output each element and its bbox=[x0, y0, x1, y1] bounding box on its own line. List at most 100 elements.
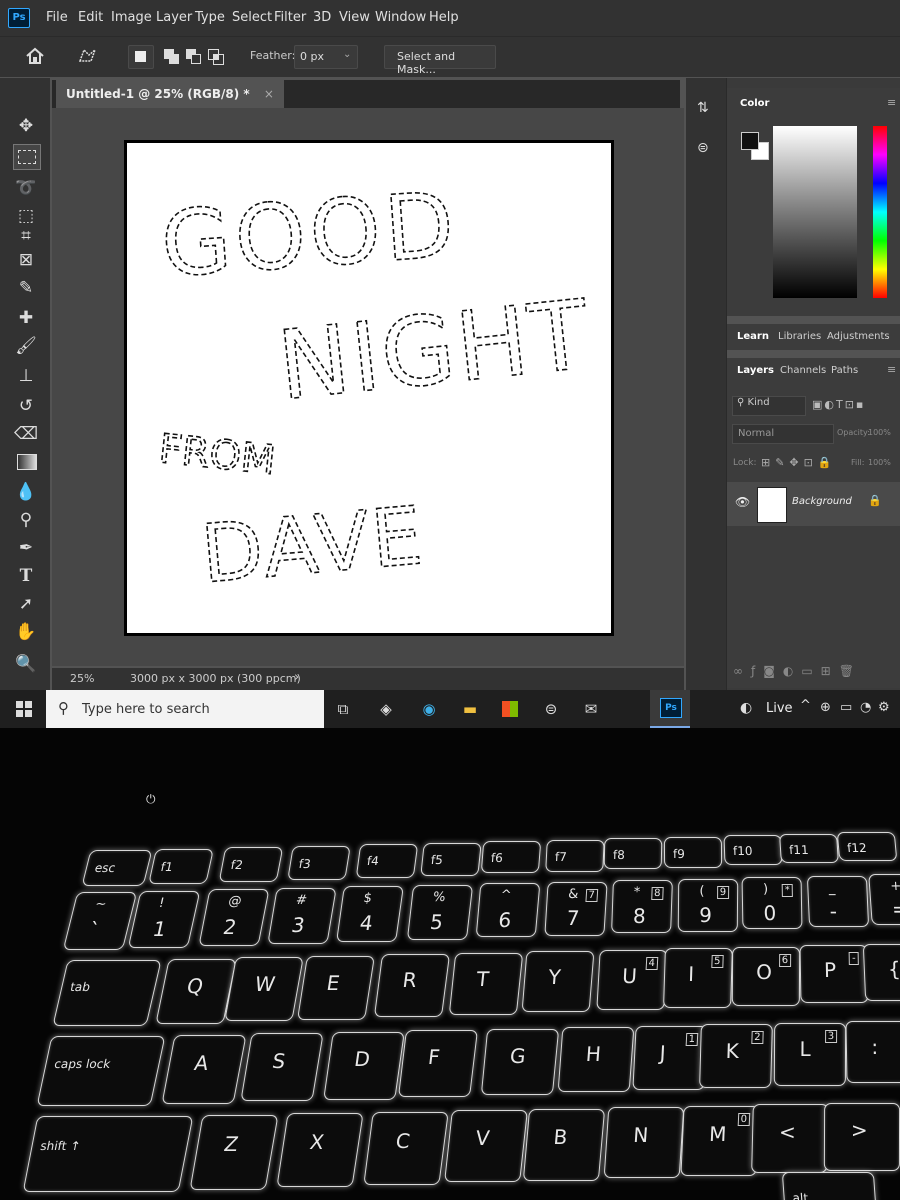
fill-value[interactable]: 100% bbox=[868, 458, 891, 467]
eye-icon[interactable]: 👁 bbox=[735, 495, 750, 509]
layer-name[interactable]: Background bbox=[792, 496, 852, 507]
eraser-tool-icon[interactable]: ⌫ bbox=[13, 422, 39, 446]
microsoft-store-icon[interactable] bbox=[499, 698, 521, 720]
stamp-tool-icon[interactable]: ⊥ bbox=[13, 364, 39, 388]
properties-panel-icon[interactable]: ⊜ bbox=[697, 140, 715, 160]
new-selection-icon[interactable] bbox=[128, 45, 154, 69]
mail-icon[interactable]: ✉ bbox=[580, 698, 602, 720]
subtract-selection-icon[interactable] bbox=[184, 47, 204, 67]
menu-image[interactable]: Image bbox=[111, 10, 152, 25]
menu-file[interactable]: File bbox=[46, 10, 68, 25]
wifi-icon[interactable]: ◔ bbox=[860, 700, 871, 715]
move-tool-icon[interactable]: ✥ bbox=[13, 114, 39, 138]
key-label: T bbox=[475, 966, 491, 991]
frame-tool-icon[interactable]: ⊠ bbox=[13, 248, 39, 272]
status-menu-arrow[interactable]: › bbox=[294, 670, 299, 685]
key-numpad-label: 4 bbox=[645, 956, 659, 970]
path-selection-tool-icon[interactable]: ➚ bbox=[13, 592, 39, 616]
color-field[interactable] bbox=[773, 126, 857, 298]
pen-tool-icon[interactable]: ✒ bbox=[13, 536, 39, 560]
key-top-5: T bbox=[448, 952, 524, 1015]
menu-3d[interactable]: 3D bbox=[313, 10, 331, 25]
menu-help[interactable]: Help bbox=[429, 10, 459, 25]
document-canvas[interactable]: GOOD NIGHT FROM DAVE bbox=[124, 140, 614, 636]
blur-tool-icon[interactable]: 💧 bbox=[13, 480, 39, 504]
task-view-icon[interactable]: ⧉ bbox=[332, 698, 354, 720]
show-hidden-icons-chevron-icon[interactable]: ^ bbox=[800, 698, 811, 713]
layer-row-background[interactable]: 👁 Background 🔒 bbox=[727, 482, 900, 526]
opacity-value[interactable]: 100% bbox=[868, 428, 891, 437]
windows-start-icon[interactable] bbox=[16, 701, 32, 717]
gradient-tool-icon[interactable] bbox=[13, 450, 39, 474]
feather-input[interactable]: 0 px ⌄ bbox=[294, 45, 358, 69]
file-explorer-icon[interactable]: ▬ bbox=[459, 698, 481, 720]
hue-slider[interactable] bbox=[873, 126, 887, 298]
panel-menu-icon[interactable]: ≡ bbox=[887, 363, 896, 376]
key-label: f3 bbox=[297, 856, 312, 871]
dodge-tool-icon[interactable]: ⚲ bbox=[13, 508, 39, 532]
backlit-keyboard: esc f1 f2 f3 f4 f5 f6 f7 f8 f9 f10 f11 f12 ` ~1! 2 @3 #4 $… bbox=[0, 728, 900, 1200]
select-and-mask-button[interactable]: Select and Mask... bbox=[384, 45, 496, 76]
menu-type[interactable]: Type bbox=[195, 10, 225, 25]
key-label: f12 bbox=[846, 841, 868, 856]
foreground-color-swatch[interactable] bbox=[741, 132, 759, 150]
panel-menu-icon[interactable]: ≡ bbox=[887, 96, 896, 109]
key-shift-label: & bbox=[567, 886, 579, 902]
layer-filter-icons[interactable]: ▣◐T⊡▪ bbox=[812, 398, 865, 411]
menu-filter[interactable]: Filter bbox=[274, 10, 306, 25]
app-icon[interactable]: ⊜ bbox=[540, 698, 562, 720]
history-brush-tool-icon[interactable]: ↺ bbox=[13, 394, 39, 418]
home-icon[interactable] bbox=[24, 45, 46, 67]
tab-libraries[interactable]: Libraries bbox=[778, 331, 821, 342]
tab-channels[interactable]: Channels bbox=[780, 365, 826, 376]
photoshop-taskbar-button[interactable]: Ps bbox=[650, 690, 690, 728]
tab-adjustments[interactable]: Adjustments bbox=[827, 331, 890, 342]
crop-tool-icon[interactable]: ⌗ bbox=[13, 224, 39, 248]
menu-layer[interactable]: Layer bbox=[156, 10, 192, 25]
key-fn-f2: f2 bbox=[218, 847, 284, 882]
system-tray-app-icon[interactable]: ⊕ bbox=[820, 700, 831, 715]
type-tool-icon[interactable]: T bbox=[13, 564, 39, 588]
zoom-level[interactable]: 25% bbox=[70, 672, 94, 685]
close-icon[interactable]: × bbox=[264, 87, 274, 101]
history-panel-icon[interactable]: ⇅ bbox=[697, 100, 715, 120]
lasso-preset-icon[interactable] bbox=[76, 45, 100, 67]
key-label: f7 bbox=[554, 849, 568, 864]
zoom-tool-icon[interactable]: 🔍 bbox=[13, 652, 39, 676]
key-num-3: 3 # bbox=[267, 887, 337, 944]
key-fn-f12: f12 bbox=[836, 832, 898, 861]
brush-tool-icon[interactable]: 🖌 bbox=[13, 334, 39, 358]
layer-actions-icons[interactable]: ∞ƒ◙◐▭⊞🗑 bbox=[733, 664, 862, 678]
key-label: 3 bbox=[289, 912, 307, 937]
key-label: - bbox=[829, 898, 838, 923]
blend-mode-value: Normal bbox=[738, 428, 775, 439]
hand-tool-icon[interactable]: ✋ bbox=[13, 620, 39, 644]
settings-icon[interactable]: ⚙ bbox=[878, 700, 890, 715]
taskbar-search-box[interactable]: ⚲ Type here to search bbox=[46, 690, 324, 728]
battery-icon[interactable]: ▭ bbox=[840, 700, 852, 715]
menu-view[interactable]: View bbox=[339, 10, 370, 25]
weather-label[interactable]: Live bbox=[766, 701, 793, 716]
tab-learn[interactable]: Learn bbox=[737, 331, 769, 342]
add-selection-icon[interactable] bbox=[162, 47, 182, 67]
menu-window[interactable]: Window bbox=[375, 10, 426, 25]
healing-brush-tool-icon[interactable]: ✚ bbox=[13, 306, 39, 330]
lock-icons[interactable]: ⊞✎✥⊡🔒 bbox=[761, 456, 837, 469]
eyedropper-tool-icon[interactable]: ✎ bbox=[13, 276, 39, 300]
tab-paths[interactable]: Paths bbox=[831, 365, 858, 376]
intersect-selection-icon[interactable] bbox=[206, 47, 226, 67]
search-icon: ⚲ bbox=[58, 699, 69, 717]
layer-filter-kind[interactable]: ⚲ Kind bbox=[732, 396, 806, 416]
key-fn-f3: f3 bbox=[287, 845, 351, 880]
blend-mode-select[interactable]: Normal bbox=[732, 424, 834, 444]
tab-layers[interactable]: Layers bbox=[737, 365, 774, 376]
tab-color[interactable]: Color bbox=[740, 98, 769, 109]
menu-edit[interactable]: Edit bbox=[78, 10, 103, 25]
weather-icon[interactable]: ◐ bbox=[740, 700, 752, 716]
menu-select[interactable]: Select bbox=[232, 10, 272, 25]
edge-browser-icon[interactable]: ◉ bbox=[418, 698, 440, 720]
marquee-tool-icon[interactable] bbox=[13, 144, 41, 170]
document-tab[interactable]: Untitled-1 @ 25% (RGB/8) * × bbox=[56, 80, 284, 108]
copilot-icon[interactable]: ◈ bbox=[375, 698, 397, 720]
lasso-tool-icon[interactable]: ➰ bbox=[13, 176, 39, 200]
